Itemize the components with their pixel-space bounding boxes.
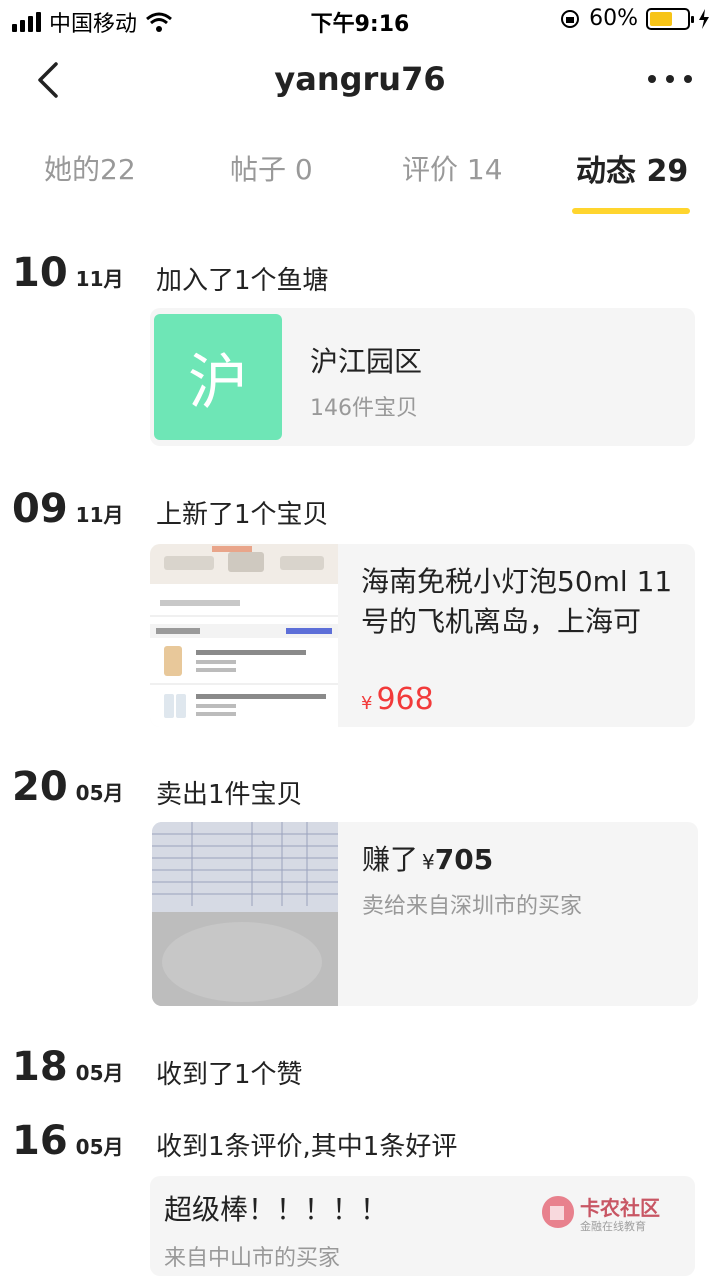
entry-day: 16 xyxy=(12,1118,68,1164)
entry-day: 18 xyxy=(12,1044,68,1090)
earned-prefix: 赚了 xyxy=(362,843,419,876)
watermark-name: 卡农社区 xyxy=(580,1196,660,1220)
sold-card[interactable]: 赚了 ¥705 卖给来自深圳市的买家 xyxy=(152,822,698,1006)
sold-item-image xyxy=(152,822,338,1006)
tab-posts[interactable]: 帖子 0 xyxy=(230,148,313,188)
more-button[interactable] xyxy=(648,64,692,94)
entry-text: 卖出1件宝贝 xyxy=(156,780,303,810)
entry-month: 05月 xyxy=(75,1135,124,1159)
reviewer-location: 来自中山市的买家 xyxy=(164,1246,341,1271)
entry-month: 11月 xyxy=(75,503,124,527)
goods-price: ¥968 xyxy=(361,682,434,717)
status-right: 60% xyxy=(559,6,710,31)
battery-icon xyxy=(646,7,694,30)
watermark: 卡农社区 金融在线教育 xyxy=(540,1190,670,1234)
tab-reviews[interactable]: 评价 14 xyxy=(402,148,503,188)
battery-percent: 60% xyxy=(589,6,638,31)
entry-month: 05月 xyxy=(75,1061,124,1085)
entry-month: 11月 xyxy=(75,267,124,291)
entry-date: 18 05月 xyxy=(12,1044,124,1090)
more-dot-icon xyxy=(648,75,656,83)
entry-date: 20 05月 xyxy=(12,764,124,810)
goods-card[interactable]: 海南免税小灯泡50ml 11号的飞机离岛，上海可 ¥968 xyxy=(150,544,695,727)
status-bar: 中国移动 下午9:16 60% xyxy=(0,0,720,40)
sold-photo-image xyxy=(152,822,338,1006)
goods-image xyxy=(150,544,338,727)
entry-text: 上新了1个宝贝 xyxy=(156,500,329,530)
goods-price-value: 968 xyxy=(376,682,434,717)
entry-text: 收到了1个赞 xyxy=(156,1060,303,1090)
entry-day: 10 xyxy=(12,250,68,296)
watermark-logo-icon xyxy=(542,1196,574,1228)
buyer-location: 卖给来自深圳市的买家 xyxy=(362,894,583,919)
goods-title: 海南免税小灯泡50ml 11号的飞机离岛，上海可 xyxy=(361,565,673,638)
entry-text: 加入了1个鱼塘 xyxy=(156,266,329,296)
page-title: yangru76 xyxy=(274,60,446,98)
tab-activity[interactable]: 动态 29 xyxy=(576,146,688,190)
active-tab-indicator xyxy=(572,208,690,214)
entry-day: 20 xyxy=(12,764,68,810)
entry-date: 09 11月 xyxy=(12,486,124,532)
tab-bar: 她的22 帖子 0 评价 14 动态 29 xyxy=(0,140,720,220)
earned-line: 赚了 ¥705 xyxy=(362,838,493,878)
pond-card[interactable]: 沪 沪江园区 146件宝贝 xyxy=(150,308,695,446)
currency-symbol: ¥ xyxy=(361,693,373,714)
pond-name: 沪江园区 xyxy=(310,345,423,378)
more-dot-icon xyxy=(666,75,674,83)
battery-fill xyxy=(650,11,672,26)
watermark-tagline: 金融在线教育 xyxy=(580,1220,646,1233)
entry-day: 09 xyxy=(12,486,68,532)
earned-amount: 705 xyxy=(434,843,494,876)
top-nav: yangru76 xyxy=(0,48,720,116)
entry-text: 收到1条评价,其中1条好评 xyxy=(156,1132,458,1162)
orientation-lock-icon xyxy=(561,9,580,28)
goods-screenshot-image xyxy=(150,544,338,718)
pond-count: 146件宝贝 xyxy=(310,396,418,421)
entry-month: 05月 xyxy=(75,781,124,805)
pond-thumbnail: 沪 xyxy=(154,314,282,440)
charging-icon xyxy=(699,8,709,29)
tab-hers[interactable]: 她的22 xyxy=(44,148,136,188)
review-text: 超级棒！！！！！ xyxy=(164,1193,389,1226)
entry-date: 10 11月 xyxy=(12,250,124,296)
entry-date: 16 05月 xyxy=(12,1118,124,1164)
more-dot-icon xyxy=(684,75,692,83)
currency-symbol: ¥ xyxy=(422,850,435,874)
